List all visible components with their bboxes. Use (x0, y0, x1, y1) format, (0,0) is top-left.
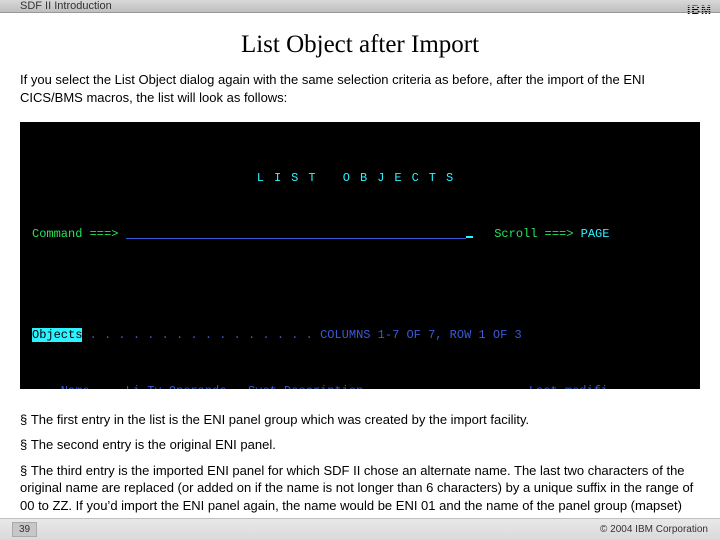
command-label: Command ===> (32, 227, 118, 241)
objects-label: Objects (32, 328, 82, 342)
terminal-screenshot: LIST OBJECTS Command ===> Scroll ===> PA… (20, 122, 700, 389)
columns-info: COLUMNS 1-7 OF 7, ROW 1 OF 3 (320, 328, 522, 342)
footer-bar: 39 © 2004 IBM Corporation (0, 518, 720, 540)
bullet-2: § The second entry is the original ENI p… (20, 436, 700, 454)
scroll-value: PAGE (581, 227, 610, 241)
copyright: © 2004 IBM Corporation (600, 524, 708, 535)
page-number: 39 (12, 522, 37, 537)
command-input-line[interactable] (126, 227, 466, 239)
top-bar: SDF II Introduction IBM (0, 0, 720, 13)
scroll-label: Scroll ===> (494, 227, 573, 241)
cursor-icon (466, 236, 473, 238)
slide-title: List Object after Import (0, 31, 720, 59)
ibm-logo: IBM (687, 0, 712, 20)
intro-paragraph: If you select the List Object dialog aga… (20, 71, 700, 106)
bullet-1: § The first entry in the list is the ENI… (20, 411, 700, 429)
column-header: Name --- Li Ty Operands Syst Description… (32, 382, 688, 389)
terminal-title: LIST OBJECTS (32, 169, 688, 188)
topbar-title: SDF II Introduction (20, 0, 112, 12)
